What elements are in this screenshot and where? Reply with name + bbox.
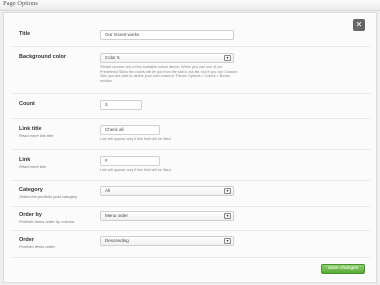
link-input[interactable]: # bbox=[100, 156, 160, 166]
page-title: Page Options bbox=[3, 0, 38, 7]
save-changes-button[interactable]: Save changes bbox=[321, 264, 365, 274]
background-select[interactable]: Color 5 ▾ bbox=[100, 53, 234, 63]
order-by-label: Order by bbox=[19, 212, 42, 218]
background-help: Please choose one of the available color… bbox=[100, 65, 237, 83]
link-title-help: Link will appear only if this field will… bbox=[100, 137, 172, 141]
chevron-down-icon: ▾ bbox=[224, 55, 231, 61]
title-input[interactable]: Our recent works bbox=[100, 30, 234, 40]
order-sublabel: Portfolio items order. bbox=[19, 244, 56, 249]
page-header: Page Options bbox=[0, 0, 380, 11]
link-title-label: Link title bbox=[19, 126, 42, 132]
order-select-value: Descending bbox=[105, 238, 129, 243]
field-row-link-title: Link title Read more link title Check al… bbox=[11, 119, 371, 150]
background-label: Background color bbox=[19, 54, 67, 60]
category-select[interactable]: All ▾ bbox=[100, 186, 234, 196]
field-row-order-by: Order by Portfolio items order by column… bbox=[11, 207, 371, 231]
order-by-select[interactable]: Menu order ▾ bbox=[100, 211, 234, 221]
count-label: Count bbox=[19, 101, 35, 107]
field-row-order: Order Portfolio items order. Descending … bbox=[11, 231, 371, 258]
category-select-value: All bbox=[105, 188, 111, 193]
order-by-select-value: Menu order bbox=[105, 213, 129, 218]
field-row-background: Background color Color 5 ▾ Please choose… bbox=[11, 47, 371, 94]
link-sublabel: Read more link bbox=[19, 164, 46, 169]
chevron-down-icon: ▾ bbox=[224, 213, 231, 219]
field-row-category: Category Select the portfolio post categ… bbox=[11, 181, 371, 207]
field-row-title: Title Our recent works bbox=[11, 24, 371, 47]
link-title-input[interactable]: Check all bbox=[100, 125, 160, 135]
link-title-sublabel: Read more link title bbox=[19, 133, 54, 138]
divider bbox=[11, 257, 371, 258]
link-help: Link will appear only if this field will… bbox=[100, 168, 172, 172]
field-row-count: Count 3 bbox=[11, 94, 371, 119]
order-by-sublabel: Portfolio items order by column. bbox=[19, 219, 76, 224]
chevron-down-icon: ▾ bbox=[224, 238, 231, 244]
background-select-value: Color 5 bbox=[105, 55, 120, 60]
link-label: Link bbox=[19, 157, 31, 163]
chevron-down-icon: ▾ bbox=[224, 188, 231, 194]
category-label: Category bbox=[19, 187, 43, 193]
order-label: Order bbox=[19, 237, 34, 243]
field-row-link: Link Read more link # Link will appear o… bbox=[11, 150, 371, 181]
order-select[interactable]: Descending ▾ bbox=[100, 236, 234, 246]
category-sublabel: Select the portfolio post category bbox=[19, 194, 78, 199]
title-label: Title bbox=[19, 31, 31, 37]
count-input[interactable]: 3 bbox=[100, 100, 142, 110]
